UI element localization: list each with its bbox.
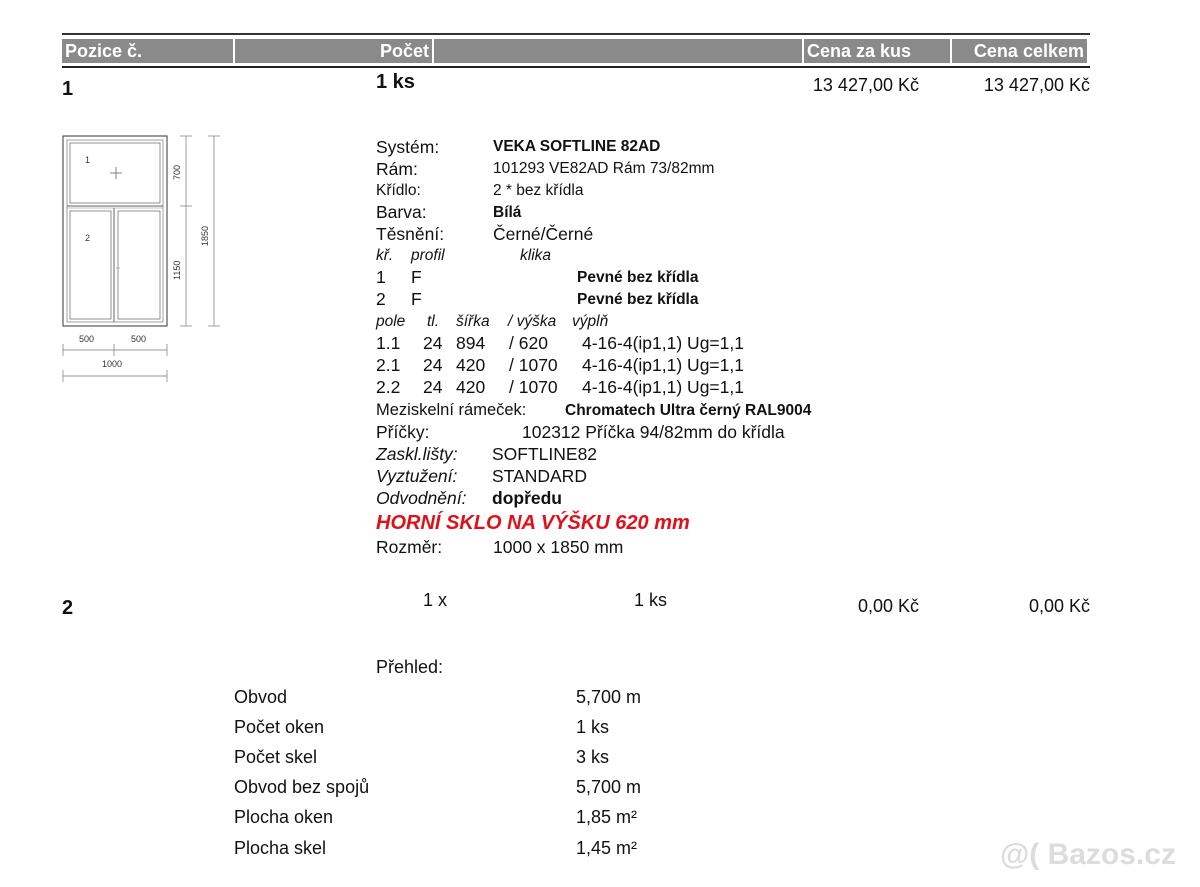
summary-row-value: 3 ks <box>576 747 610 767</box>
item2-qty: 1 x <box>423 590 448 610</box>
field-header-sirka: šířka <box>456 313 490 330</box>
summary-row-label: Počet oken <box>234 717 325 737</box>
field-row-2-vyska: / 1070 <box>509 355 558 375</box>
summary-title: Přehled: <box>376 657 444 677</box>
item1-position: 1 <box>62 78 74 100</box>
item2-count: 1 ks <box>634 590 668 610</box>
dim-right-width-label: 500 <box>131 334 146 344</box>
sash-row-1-profil: F <box>411 267 422 287</box>
frame-value: 101293 VE82AD Rám 73/82mm <box>493 160 715 177</box>
dim-total-height-label: 1850 <box>200 226 210 246</box>
summary-row-value: 1,45 m² <box>576 838 638 858</box>
reinforcement-label: Vyztužení: <box>376 466 458 486</box>
size-value: 1000 x 1850 mm <box>493 537 624 557</box>
drainage-value: dopředu <box>492 488 562 508</box>
sash-label: Křídlo: <box>376 182 421 199</box>
field-row-1-pole: 1.1 <box>376 333 401 353</box>
summary-row-value: 5,700 m <box>576 687 642 707</box>
mullion-label: Příčky: <box>376 422 430 442</box>
item2-unit-price: 0,00 Kč <box>857 596 919 616</box>
field-row-3-vypln: 4-16-4(ip1,1) Ug=1,1 <box>582 377 744 397</box>
drainage-label: Odvodnění: <box>376 488 467 508</box>
field-header-vypln: výplň <box>572 313 609 330</box>
dim-bottom-label: 1150 <box>172 261 182 280</box>
field-row-3-pole: 2.2 <box>376 377 401 397</box>
drawing-field-1-label: 1 <box>85 155 90 165</box>
bead-value: SOFTLINE82 <box>492 444 598 464</box>
summary-row-value: 1,85 m² <box>576 807 638 827</box>
window-drawing: 1 2 700 1150 1850 500 500 1000 <box>62 135 220 382</box>
col-header-unit-price: Cena za kus <box>804 39 950 63</box>
header-rule <box>62 66 1090 68</box>
summary-row-label: Obvod <box>234 687 288 707</box>
field-header-pole: pole <box>376 313 406 330</box>
summary-row-label: Plocha oken <box>234 807 334 827</box>
field-row-2-sirka: 420 <box>456 355 486 375</box>
field-row-3-sirka: 420 <box>456 377 486 397</box>
seal-value: Černé/Černé <box>493 224 594 244</box>
sash-row-2-kr: 2 <box>376 289 386 309</box>
system-value: VEKA SOFTLINE 82AD <box>493 138 661 155</box>
field-row-3-tl: 24 <box>423 377 443 397</box>
dim-total-width-label: 1000 <box>102 359 122 369</box>
dim-top-label: 700 <box>172 165 182 180</box>
item1-unit-price: 13 427,00 Kč <box>812 75 919 95</box>
field-row-1-sirka: 894 <box>456 333 486 353</box>
summary-row-value: 1 ks <box>576 717 610 737</box>
dim-left-width-label: 500 <box>79 334 94 344</box>
top-rule <box>62 33 1090 35</box>
summary-row-value: 5,700 m <box>576 777 642 797</box>
size-label: Rozměr: <box>376 537 443 557</box>
color-label: Barva: <box>376 202 427 222</box>
field-row-1-vyska: / 620 <box>509 333 548 353</box>
col-header-total-price: Cena celkem <box>952 39 1087 63</box>
field-row-2-tl: 24 <box>423 355 443 375</box>
summary-row-label: Plocha skel <box>234 838 327 858</box>
item1-total-price: 13 427,00 Kč <box>983 75 1090 95</box>
frame-label: Rám: <box>376 159 418 179</box>
field-row-2-pole: 2.1 <box>376 355 401 375</box>
mullion-value: 102312 Příčka 94/82mm do křídla <box>522 422 785 442</box>
color-value: Bílá <box>493 204 522 221</box>
item1-count: 1 ks <box>376 71 415 93</box>
field-header-tl: tl. <box>427 313 440 330</box>
sash-row-2-profil: F <box>411 289 422 309</box>
field-row-1-tl: 24 <box>423 333 443 353</box>
field-row-2-vypln: 4-16-4(ip1,1) Ug=1,1 <box>582 355 744 375</box>
col-header-position: Pozice č. <box>62 39 233 63</box>
col-header-count: Počet <box>235 39 432 63</box>
field-row-3-vyska: / 1070 <box>509 377 558 397</box>
system-label: Systém: <box>376 137 440 157</box>
item2-position: 2 <box>62 597 74 619</box>
sash-value: 2 * bez křídla <box>493 182 584 199</box>
bead-label: Zaskl.lišty: <box>376 444 458 464</box>
summary-row-label: Obvod bez spojů <box>234 777 370 797</box>
field-header-vyska: / výška <box>508 313 557 330</box>
summary-row-label: Počet skel <box>234 747 318 767</box>
item2-total-price: 0,00 Kč <box>1028 596 1090 616</box>
sash-header-profil: profil <box>411 247 445 264</box>
sash-row-1-kr: 1 <box>376 267 386 287</box>
note-upper-glass: HORNÍ SKLO NA VÝŠKU 620 mm <box>376 512 690 534</box>
col-header-spacer <box>434 39 802 63</box>
seal-label: Těsnění: <box>376 224 445 244</box>
spacer-label: Meziskelní rámeček: <box>376 401 527 419</box>
sash-row-2-klika: Pevné bez křídla <box>577 291 699 308</box>
sash-header-klika: klika <box>520 247 552 264</box>
sash-row-1-klika: Pevné bez křídla <box>577 269 699 286</box>
drawing-field-2-label: 2 <box>85 233 90 243</box>
field-row-1-vypln: 4-16-4(ip1,1) Ug=1,1 <box>582 333 744 353</box>
reinforcement-value: STANDARD <box>492 466 587 486</box>
watermark-logo: @( Bazos.cz <box>1000 838 1176 871</box>
spacer-value: Chromatech Ultra černý RAL9004 <box>565 402 812 419</box>
sash-header-kr: kř. <box>376 247 394 264</box>
